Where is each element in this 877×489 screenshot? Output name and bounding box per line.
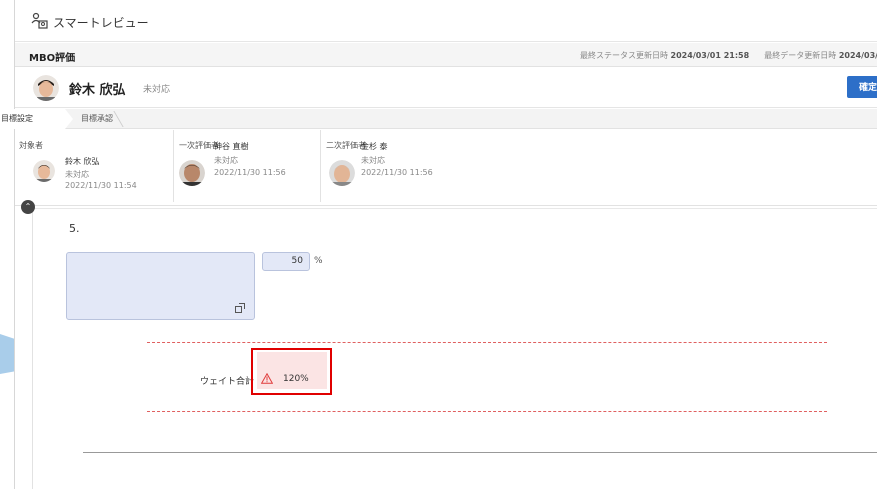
evaluator-name: 神谷 直樹 bbox=[214, 142, 249, 151]
app-window: スマートレビュー MBO評価 最終ステータス更新日時 2024/03/01 21… bbox=[1, 0, 877, 489]
confirm-button[interactable]: 確定 bbox=[847, 76, 877, 98]
evaluator-date: 2022/11/30 11:56 bbox=[214, 168, 286, 177]
evaluator-list: 対象者 鈴木 欣弘 未対応 2022/11/30 11:54 一次評価者 神谷 … bbox=[15, 130, 877, 206]
evaluator-date: 2022/11/30 11:54 bbox=[65, 181, 137, 190]
user-header: 鈴木 欣弘 未対応 確定 bbox=[15, 68, 877, 108]
data-updated-value: 2024/03/01 16: bbox=[838, 51, 877, 60]
evaluator-status: 未対応 bbox=[65, 170, 89, 179]
status-updated-label: 最終ステータス更新日時 bbox=[580, 51, 668, 60]
collapse-toggle-icon[interactable]: ⌃ bbox=[21, 200, 35, 214]
evaluator-name: 金杉 泰 bbox=[361, 142, 388, 151]
step-arrow bbox=[65, 109, 73, 129]
evaluator-role: 一次評価者 bbox=[179, 141, 219, 150]
workflow-steps: 目標設定 目標承認 bbox=[1, 109, 877, 129]
app-titlebar: スマートレビュー bbox=[15, 0, 877, 42]
data-updated-label: 最終データ更新日時 bbox=[764, 51, 837, 60]
evaluator-secondary: 二次評価者 金杉 泰 未対応 2022/11/30 11:56 bbox=[320, 130, 520, 202]
divider bbox=[83, 452, 877, 453]
user-status: 未対応 bbox=[143, 85, 171, 95]
highlight-box bbox=[251, 348, 332, 395]
expand-icon[interactable] bbox=[235, 303, 245, 313]
people-org-icon bbox=[31, 12, 48, 29]
update-meta: 最終ステータス更新日時 2024/03/01 21:58 最終データ更新日時 2… bbox=[580, 50, 877, 61]
evaluator-primary: 一次評価者 神谷 直樹 未対応 2022/11/30 11:56 bbox=[173, 130, 320, 202]
avatar bbox=[179, 160, 205, 186]
evaluator-status: 未対応 bbox=[214, 156, 238, 165]
step-label: 目標設定 bbox=[1, 114, 33, 123]
step-goal-setting[interactable]: 目標設定 bbox=[1, 109, 65, 129]
weight-total-label: ウェイト合計 bbox=[200, 377, 255, 387]
weight-input[interactable]: 50 bbox=[262, 252, 310, 271]
goal-number: 5. bbox=[69, 222, 80, 235]
goal-panel: 5. 50 % ウェイト合計 120% : bbox=[32, 208, 877, 489]
evaluator-role: 二次評価者 bbox=[326, 141, 366, 150]
evaluator-name: 鈴木 欣弘 bbox=[65, 157, 100, 166]
avatar bbox=[33, 75, 59, 101]
divider bbox=[147, 411, 827, 412]
evaluator-date: 2022/11/30 11:56 bbox=[361, 168, 433, 177]
avatar bbox=[33, 160, 55, 182]
app-title: スマートレビュー bbox=[53, 16, 149, 30]
user-name: 鈴木 欣弘 bbox=[69, 83, 126, 98]
evaluator-status: 未対応 bbox=[361, 156, 385, 165]
evaluator-role: 対象者 bbox=[19, 141, 43, 150]
goal-text-field[interactable] bbox=[66, 252, 255, 320]
divider bbox=[147, 342, 827, 343]
page-title: MBO評価 bbox=[29, 53, 76, 64]
status-updated-value: 2024/03/01 21:58 bbox=[670, 51, 750, 60]
weight-unit: % bbox=[314, 256, 323, 266]
evaluator-subject: 対象者 鈴木 欣弘 未対応 2022/11/30 11:54 bbox=[15, 130, 173, 202]
record-header: MBO評価 最終ステータス更新日時 2024/03/01 21:58 最終データ… bbox=[15, 43, 877, 67]
avatar bbox=[329, 160, 355, 186]
